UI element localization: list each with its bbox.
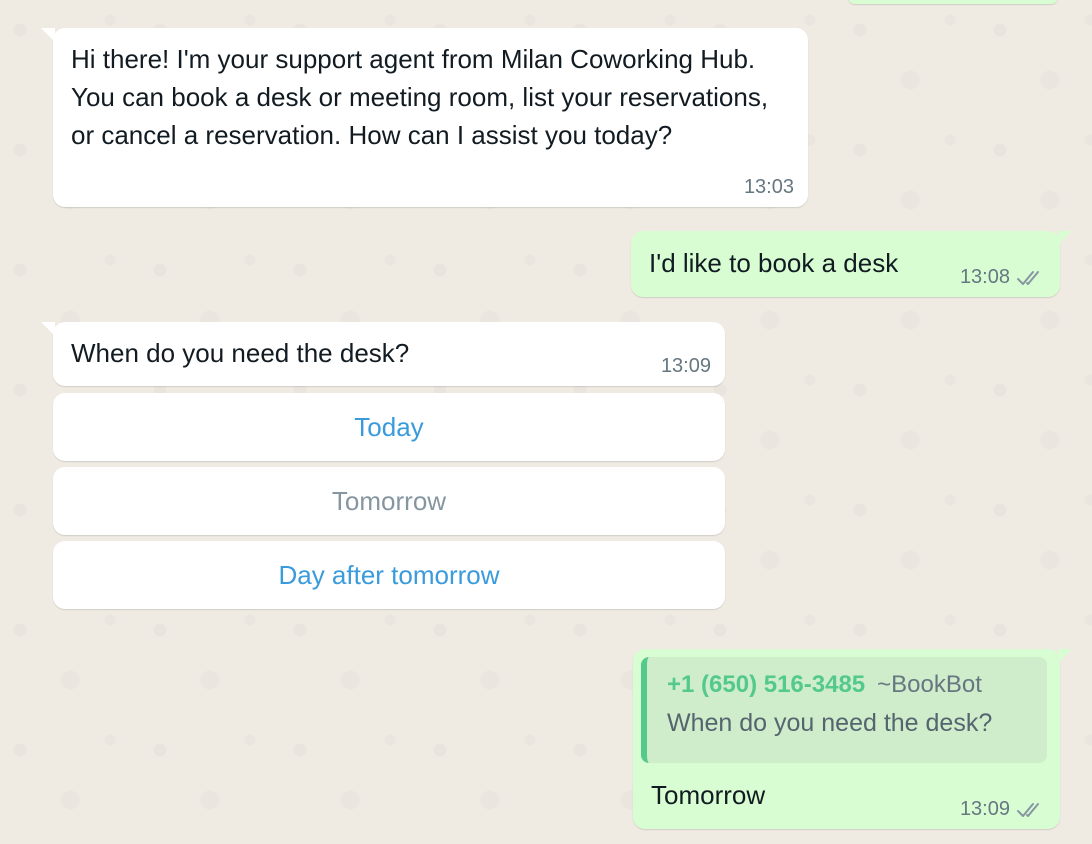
message-text: I'd like to book a desk	[649, 248, 899, 278]
double-check-icon	[1017, 802, 1039, 817]
message-time: 13:03	[743, 176, 794, 198]
quoted-sender: +1 (650) 516-3485 ~BookBot	[667, 671, 1047, 699]
message-time: 13:09	[660, 355, 711, 377]
message-text: When do you need the desk?	[71, 338, 410, 368]
previous-outgoing-bubble	[848, 0, 1058, 4]
bubble-tail	[41, 28, 55, 42]
outgoing-reply-message: +1 (650) 516-3485 ~BookBot When do you ne…	[633, 649, 1072, 829]
message-time: 13:08	[959, 266, 1010, 288]
bubble-tail	[1058, 231, 1072, 245]
message-text: Tomorrow	[651, 780, 766, 810]
option-today-button[interactable]: Today	[53, 393, 725, 461]
message-text: Hi there! I'm your support agent from Mi…	[71, 44, 769, 150]
quoted-sender-name: ~BookBot	[877, 671, 982, 698]
option-day-after-tomorrow-button[interactable]: Day after tomorrow	[53, 541, 725, 609]
outgoing-message: I'd like to book a desk 13:08	[631, 231, 1072, 297]
quoted-sender-phone: +1 (650) 516-3485	[667, 671, 866, 698]
bubble-tail	[41, 322, 55, 336]
double-check-icon	[1017, 270, 1039, 285]
option-tomorrow-button[interactable]: Tomorrow	[53, 467, 725, 535]
bubble-tail	[1058, 649, 1072, 663]
message-time: 13:09	[959, 798, 1010, 820]
incoming-message: Hi there! I'm your support agent from Mi…	[41, 28, 808, 207]
quoted-message[interactable]: +1 (650) 516-3485 ~BookBot When do you ne…	[641, 657, 1047, 763]
message-meta: 13:08	[960, 266, 1046, 289]
message-meta: 13:09	[960, 798, 1046, 821]
quoted-text: When do you need the desk?	[667, 709, 993, 737]
incoming-message: When do you need the desk? 13:09	[41, 322, 725, 386]
